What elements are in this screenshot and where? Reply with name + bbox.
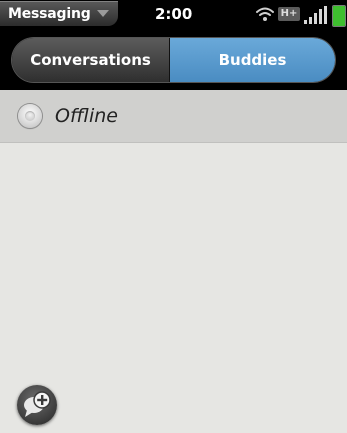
- battery-level-fill: [333, 6, 345, 26]
- presence-radio-dot: [25, 111, 35, 121]
- network-type-badge: H+: [278, 7, 300, 21]
- tab-strip: Conversations Buddies: [12, 38, 335, 82]
- messaging-screen: Messaging 2:00 H+ Conversations Buddies …: [0, 0, 347, 433]
- add-chat-button[interactable]: [17, 385, 57, 425]
- tab-conversations-label: Conversations: [30, 51, 151, 69]
- tab-buddies[interactable]: Buddies: [170, 38, 335, 82]
- presence-status-row[interactable]: Offline: [0, 90, 347, 143]
- header: Conversations Buddies: [0, 30, 347, 90]
- add-chat-icon: [24, 391, 51, 417]
- clock: 2:00: [155, 5, 193, 23]
- signal-icon: [304, 6, 327, 24]
- battery-icon: [332, 5, 346, 27]
- presence-radio-icon: [18, 104, 42, 128]
- wifi-icon: [256, 7, 274, 21]
- presence-status-label: Offline: [55, 105, 118, 127]
- status-bar: Messaging 2:00 H+: [0, 0, 347, 30]
- chevron-down-icon: [96, 10, 109, 17]
- tab-conversations[interactable]: Conversations: [12, 38, 170, 82]
- tab-buddies-label: Buddies: [218, 51, 287, 69]
- app-menu-button[interactable]: Messaging: [0, 1, 118, 26]
- app-menu-label: Messaging: [8, 5, 91, 22]
- buddies-list: Offline: [0, 90, 347, 433]
